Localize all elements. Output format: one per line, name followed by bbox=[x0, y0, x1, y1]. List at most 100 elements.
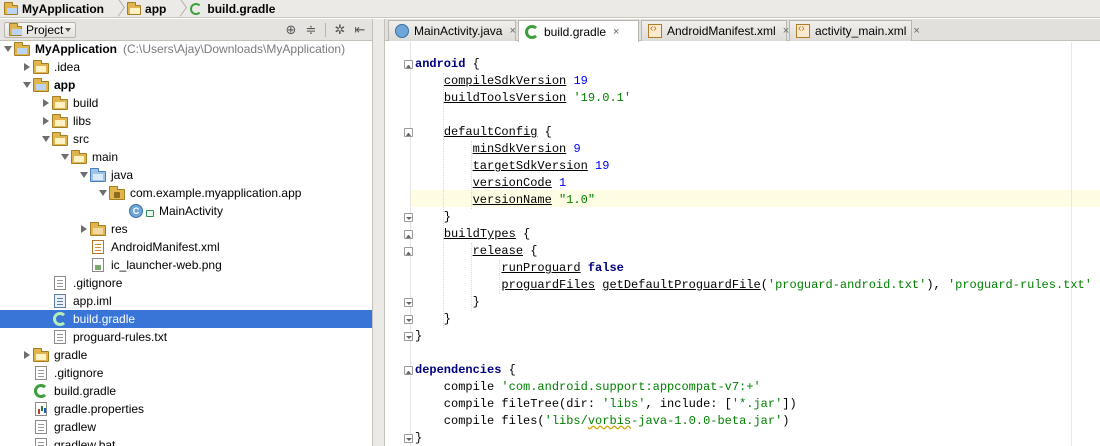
tree-item[interactable]: com.example.myapplication.app bbox=[0, 184, 372, 202]
collapsed-arrow-icon[interactable] bbox=[21, 346, 33, 364]
target-icon[interactable]: ⊕ bbox=[283, 22, 299, 38]
expanded-arrow-icon[interactable] bbox=[97, 184, 109, 202]
tree-item[interactable]: src bbox=[0, 130, 372, 148]
code-token: ( bbox=[760, 278, 768, 292]
code-token: versionName bbox=[472, 193, 552, 207]
tree-item[interactable]: gradle bbox=[0, 346, 372, 364]
tree-item[interactable]: gradle.properties bbox=[0, 400, 372, 418]
tree-item[interactable]: java bbox=[0, 166, 372, 184]
code-line: } bbox=[415, 311, 451, 328]
code-token: { bbox=[501, 363, 516, 377]
code-token: { bbox=[515, 227, 531, 241]
tree-item[interactable]: build.gradle bbox=[0, 310, 372, 328]
breadcrumb-item[interactable]: app bbox=[123, 0, 175, 18]
tree-item[interactable]: C MainActivity bbox=[0, 202, 372, 220]
code-token: proguardFiles bbox=[501, 278, 596, 292]
editor-tab[interactable]: build.gradle × bbox=[518, 20, 639, 42]
code-editor[interactable]: android { compileSdkVersion 19 buildTool… bbox=[385, 42, 1100, 446]
tree-item[interactable]: proguard-rules.txt bbox=[0, 328, 372, 346]
editor-tab[interactable]: MainActivity.java × bbox=[388, 20, 516, 41]
tree-item-label: build.gradle bbox=[73, 312, 136, 326]
code-token: targetSdkVersion bbox=[472, 159, 588, 173]
collapsed-arrow-icon[interactable] bbox=[40, 94, 52, 112]
fold-marker-icon[interactable] bbox=[404, 213, 413, 222]
tree-item-path: (C:\Users\Ajay\Downloads\MyApplication) bbox=[123, 42, 346, 56]
text-file-icon bbox=[35, 420, 47, 434]
expanded-arrow-icon[interactable] bbox=[40, 130, 52, 148]
tree-item[interactable]: app bbox=[0, 76, 372, 94]
editor-tab[interactable]: AndroidManifest.xml× bbox=[641, 20, 789, 41]
tree-item[interactable]: gradlew bbox=[0, 418, 372, 436]
code-line: runProguard false bbox=[415, 260, 623, 277]
tree-item[interactable]: .idea bbox=[0, 58, 372, 76]
module-folder-icon bbox=[4, 2, 18, 15]
tree-item-label: AndroidManifest.xml bbox=[111, 240, 220, 254]
expanded-arrow-icon[interactable] bbox=[2, 41, 14, 58]
fold-marker-icon[interactable] bbox=[404, 230, 413, 239]
code-token: 1 bbox=[559, 176, 567, 190]
project-tree[interactable]: MyApplication (C:\Users\Ajay\Downloads\My… bbox=[0, 41, 372, 446]
expanded-arrow-icon[interactable] bbox=[78, 166, 90, 184]
code-token: dependencies bbox=[415, 363, 502, 377]
fold-marker-icon[interactable] bbox=[404, 128, 413, 137]
fold-marker-icon[interactable] bbox=[404, 60, 413, 69]
collapse-icon[interactable]: ≑ bbox=[303, 22, 319, 38]
code-token: compileSdkVersion bbox=[443, 74, 567, 88]
tree-item[interactable]: ic_launcher-web.png bbox=[0, 256, 372, 274]
expanded-arrow-icon[interactable] bbox=[21, 76, 33, 94]
close-icon[interactable]: × bbox=[509, 25, 515, 37]
collapsed-arrow-icon[interactable] bbox=[40, 112, 52, 130]
tree-item[interactable]: main bbox=[0, 148, 372, 166]
hide-icon[interactable]: ⇤ bbox=[352, 22, 368, 38]
gradle-icon bbox=[53, 312, 67, 326]
fold-marker-icon[interactable] bbox=[404, 434, 413, 443]
tree-item[interactable]: .gitignore bbox=[0, 364, 372, 382]
code-token: runProguard bbox=[501, 261, 581, 275]
code-line: minSdkVersion 9 bbox=[415, 141, 581, 158]
tab-label: MainActivity.java bbox=[414, 24, 503, 38]
collapsed-arrow-icon[interactable] bbox=[21, 58, 33, 76]
fold-marker-icon[interactable] bbox=[404, 247, 413, 256]
folder-icon bbox=[52, 113, 68, 128]
editor-tab[interactable]: activity_main.xml × bbox=[789, 20, 920, 41]
fold-marker-icon[interactable] bbox=[404, 332, 413, 341]
tree-item-label: build.gradle bbox=[54, 384, 117, 398]
tree-item[interactable]: libs bbox=[0, 112, 372, 130]
close-icon[interactable]: × bbox=[613, 26, 619, 38]
code-token: '19.0.1' bbox=[573, 91, 632, 105]
close-icon[interactable]: × bbox=[913, 25, 919, 37]
expanded-arrow-icon[interactable] bbox=[59, 148, 71, 166]
tree-item[interactable]: gradlew.bat bbox=[0, 436, 372, 446]
code-token: 'libs/ bbox=[544, 414, 588, 428]
breadcrumb-separator bbox=[175, 0, 185, 18]
tree-item[interactable]: AndroidManifest.xml bbox=[0, 238, 372, 256]
collapsed-arrow-icon[interactable] bbox=[78, 220, 90, 238]
breadcrumb-item[interactable]: build.gradle bbox=[185, 0, 284, 18]
breadcrumb-item[interactable]: MyApplication bbox=[0, 0, 113, 18]
tree-item[interactable]: build.gradle bbox=[0, 382, 372, 400]
tree-item[interactable]: res bbox=[0, 220, 372, 238]
fold-marker-icon[interactable] bbox=[404, 366, 413, 375]
tree-item[interactable]: MyApplication (C:\Users\Ajay\Downloads\My… bbox=[0, 41, 372, 58]
tree-item-label: proguard-rules.txt bbox=[73, 330, 168, 344]
gear-icon[interactable]: ✲ bbox=[332, 22, 348, 38]
tree-item[interactable]: app.iml bbox=[0, 292, 372, 310]
tree-item-label: res bbox=[111, 222, 128, 236]
tree-item[interactable]: build bbox=[0, 94, 372, 112]
tree-item[interactable]: .gitignore bbox=[0, 274, 372, 292]
project-view-selector[interactable]: Project bbox=[4, 21, 76, 38]
fold-marker-icon[interactable] bbox=[404, 298, 413, 307]
lock-icon bbox=[146, 210, 154, 217]
folder-icon bbox=[33, 347, 49, 362]
xml-file-icon bbox=[648, 23, 662, 38]
breadcrumb-label: app bbox=[145, 1, 167, 16]
fold-marker-icon[interactable] bbox=[404, 315, 413, 324]
code-token: buildToolsVersion bbox=[443, 91, 567, 105]
panel-splitter[interactable] bbox=[372, 19, 385, 446]
tree-item-label: ic_launcher-web.png bbox=[111, 258, 222, 272]
